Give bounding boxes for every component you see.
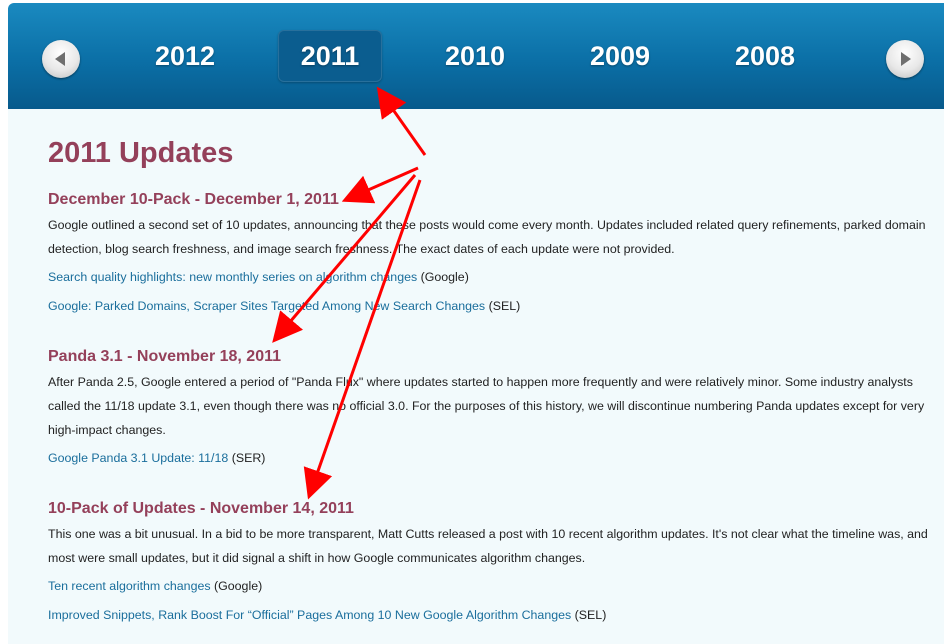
entry-description: Google outlined a second set of 10 updat… (48, 218, 926, 256)
entry-link[interactable]: Google Panda 3.1 Update: 11/18 (48, 451, 228, 465)
year-navigation-bar: 2012 2011 2010 2009 2008 (8, 3, 944, 109)
entry-link[interactable]: Google: Parked Domains, Scraper Sites Ta… (48, 299, 485, 313)
entry-link-row: Google: Parked Domains, Scraper Sites Ta… (48, 297, 520, 315)
entry-link-source: (Google) (417, 270, 469, 284)
year-tab-2009[interactable]: 2009 (568, 30, 672, 82)
entry-link[interactable]: Improved Snippets, Rank Boost For “Offic… (48, 608, 571, 622)
year-tab-2011[interactable]: 2011 (278, 30, 382, 82)
entry-link[interactable]: Ten recent algorithm changes (48, 579, 211, 593)
entry-link-row: Search quality highlights: new monthly s… (48, 268, 469, 286)
entry-link-row: Ten recent algorithm changes (Google) (48, 577, 262, 595)
entry-title: 10-Pack of Updates - November 14, 2011 (48, 500, 354, 517)
entry-link-source: (SER) (228, 451, 266, 465)
year-tab-2012[interactable]: 2012 (133, 30, 237, 82)
next-year-button[interactable] (886, 40, 924, 78)
arrow-left-icon (55, 52, 65, 66)
page-title: 2011 Updates (48, 137, 234, 169)
entry-title: December 10-Pack - December 1, 2011 (48, 191, 339, 208)
year-tab-2010[interactable]: 2010 (423, 30, 527, 82)
entry-link-row: Improved Snippets, Rank Boost For “Offic… (48, 606, 606, 624)
updates-content: 2011 Updates December 10-Pack - December… (8, 109, 944, 644)
previous-year-button[interactable] (42, 40, 80, 78)
entry-title: Panda 3.1 - November 18, 2011 (48, 348, 282, 365)
entry-link-row: Google Panda 3.1 Update: 11/18 (SER) (48, 449, 265, 467)
entry-link[interactable]: Search quality highlights: new monthly s… (48, 270, 417, 284)
year-tab-2008[interactable]: 2008 (713, 30, 817, 82)
entry-link-source: (Google) (210, 579, 263, 593)
entry-description: After Panda 2.5, Google entered a period… (48, 375, 925, 437)
entry-link-source: (SEL) (571, 608, 607, 622)
page-frame: 2012 2011 2010 2009 2008 2011 Updates De… (0, 0, 944, 644)
arrow-right-icon (901, 52, 911, 66)
entry-description: This one was a bit unusual. In a bid to … (48, 527, 928, 565)
entry-link-source: (SEL) (485, 299, 521, 313)
